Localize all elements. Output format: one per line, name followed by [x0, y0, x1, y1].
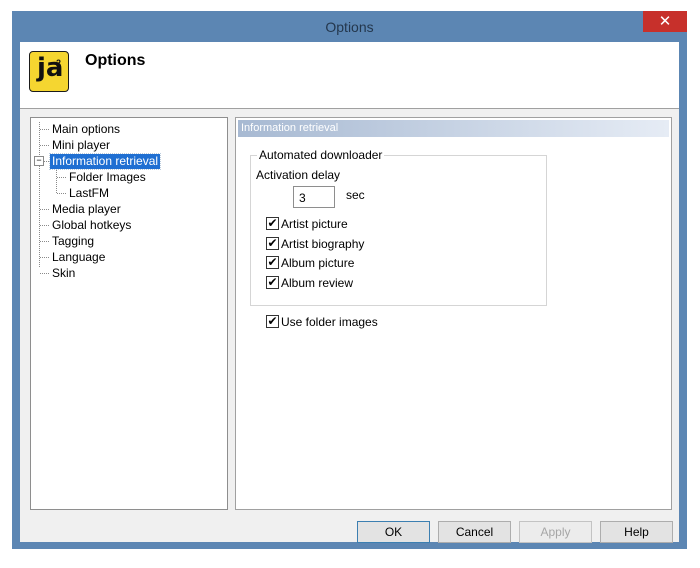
panel-header: Information retrieval — [238, 120, 669, 137]
tree-line — [40, 241, 49, 242]
tree-line — [40, 129, 49, 130]
tree-item-language[interactable]: Language — [50, 250, 107, 265]
artist-picture-checkbox[interactable]: ✔ — [266, 217, 279, 230]
help-button[interactable]: Help — [600, 521, 673, 543]
dialog-client-area: ja 2 Options − Main options Mini player … — [20, 42, 679, 543]
tree-line — [40, 273, 49, 274]
tree-line — [56, 169, 57, 193]
album-review-checkbox[interactable]: ✔ — [266, 276, 279, 289]
window-title: Options — [325, 19, 374, 35]
close-icon[interactable]: ✕ — [643, 11, 687, 32]
header-title: Options — [85, 52, 146, 69]
use-folder-images-label[interactable]: Use folder images — [281, 315, 378, 329]
tree-line — [57, 193, 66, 194]
artist-picture-label[interactable]: Artist picture — [281, 217, 348, 231]
tree-line — [44, 161, 49, 162]
cancel-button[interactable]: Cancel — [438, 521, 511, 543]
tree-line — [40, 209, 49, 210]
tree-item-media-player[interactable]: Media player — [50, 202, 123, 217]
tree-item-main-options[interactable]: Main options — [50, 122, 122, 137]
use-folder-images-checkbox[interactable]: ✔ — [266, 315, 279, 328]
tree-line — [40, 257, 49, 258]
tree-item-global-hotkeys[interactable]: Global hotkeys — [50, 218, 133, 233]
tree-line — [39, 122, 40, 267]
tree-item-information-retrieval[interactable]: Information retrieval — [48, 153, 162, 170]
tree-line — [40, 145, 49, 146]
ok-button[interactable]: OK — [357, 521, 430, 543]
options-window: Options ✕ ja 2 Options − Main options Mi… — [12, 11, 687, 549]
artist-biography-label[interactable]: Artist biography — [281, 237, 364, 251]
tree-item-skin[interactable]: Skin — [50, 266, 77, 281]
tree-item-mini-player[interactable]: Mini player — [50, 138, 112, 153]
tree-line — [57, 177, 66, 178]
album-picture-label[interactable]: Album picture — [281, 256, 354, 270]
tree-item-lastfm[interactable]: LastFM — [67, 186, 111, 201]
activation-delay-label: Activation delay — [256, 168, 341, 182]
delay-unit-label: sec — [346, 188, 365, 202]
tree-item-tagging[interactable]: Tagging — [50, 234, 96, 249]
activation-delay-input[interactable]: 3 — [293, 186, 335, 208]
artist-biography-checkbox[interactable]: ✔ — [266, 237, 279, 250]
title-bar[interactable]: Options ✕ — [12, 11, 687, 42]
tree-item-folder-images[interactable]: Folder Images — [67, 170, 148, 185]
dialog-header: ja 2 Options — [20, 42, 679, 109]
settings-panel: Information retrieval Automated download… — [235, 117, 672, 510]
tree-line — [40, 225, 49, 226]
apply-button[interactable]: Apply — [519, 521, 592, 543]
album-picture-checkbox[interactable]: ✔ — [266, 256, 279, 269]
options-tree[interactable]: − Main options Mini player Information r… — [30, 117, 228, 510]
logo-superscript: 2 — [56, 58, 62, 68]
album-review-label[interactable]: Album review — [281, 276, 353, 290]
collapse-icon[interactable]: − — [34, 156, 44, 166]
group-title: Automated downloader — [257, 148, 385, 162]
app-logo: ja 2 — [29, 51, 69, 92]
